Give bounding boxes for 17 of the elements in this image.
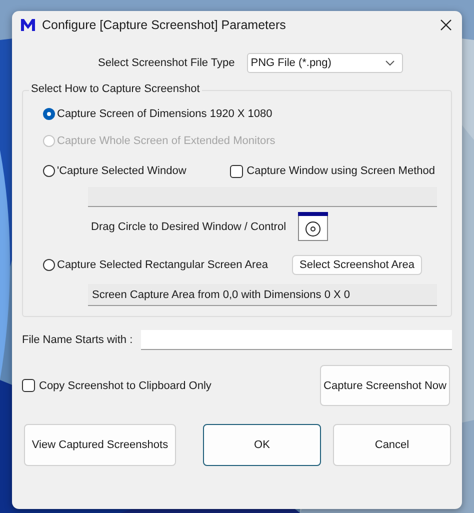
capture-area-display: Screen Capture Area from 0,0 with Dimensions 0 X 0 xyxy=(88,284,437,306)
file-type-label: Select Screenshot File Type xyxy=(98,57,235,69)
dialog-button[interactable]: OK xyxy=(203,424,321,466)
radio-option[interactable]: Capture Selected Rectangular Screen Area xyxy=(43,259,268,271)
radio-option[interactable]: 'Capture Selected Window xyxy=(43,165,186,177)
dialog-button[interactable]: View Captured Screenshots xyxy=(24,424,176,466)
select-area-button[interactable]: Select Screenshot Area xyxy=(292,255,422,275)
dialog-button[interactable]: Cancel xyxy=(333,424,451,466)
drag-instruction: Drag Circle to Desired Window / Control xyxy=(91,220,286,232)
file-name-label: File Name Starts with : xyxy=(22,334,133,346)
window-title: Configure [Capture Screenshot] Parameters xyxy=(42,18,287,32)
clipboard-checkbox[interactable]: Copy Screenshot to Clipboard Only xyxy=(22,379,212,392)
screen-method-checkbox[interactable]: Capture Window using Screen Method xyxy=(230,164,435,178)
group-title: Select How to Capture Screenshot xyxy=(29,83,202,95)
radio-option[interactable]: Capture Screen of Dimensions 1920 X 1080 xyxy=(43,108,272,120)
file-type-dropdown[interactable]: PNG File (*.png) xyxy=(246,53,403,73)
capture-now-button[interactable]: Capture Screenshot Now xyxy=(320,365,450,406)
